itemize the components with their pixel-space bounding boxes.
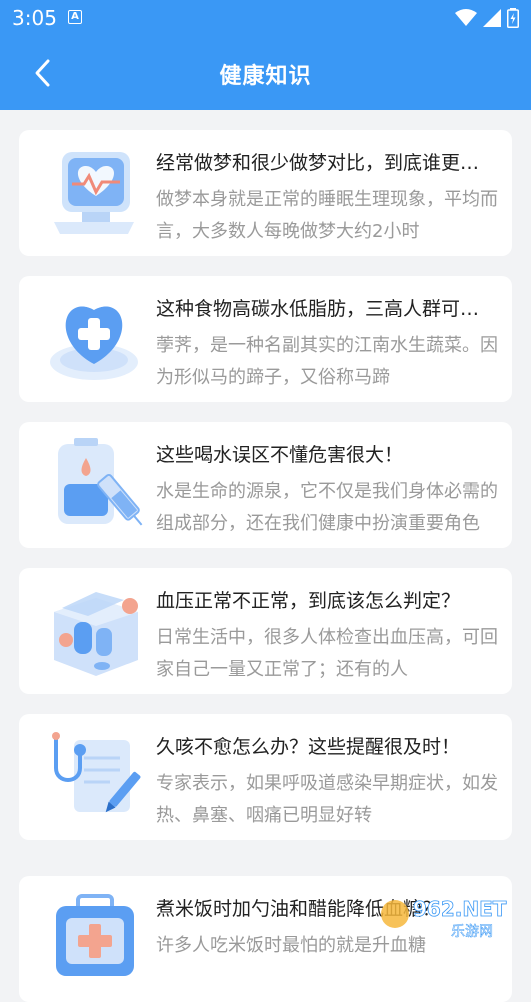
- status-bar: 3:05 A: [0, 0, 531, 36]
- article-title: 这些喝水误区不懂危害很大！: [156, 444, 404, 466]
- medical-kit-icon: [56, 894, 134, 976]
- article-desc: 做梦本身就是正常的睡眠生理现象，平均而言，大多数人每晚做梦大约2小时: [156, 189, 498, 242]
- article-card[interactable]: 这些喝水误区不懂危害很大！ 水是生命的源泉，它不仅是我们身体必需的组成部分，还在…: [19, 422, 512, 548]
- watermark-text: 962.NET: [413, 897, 507, 921]
- app-bar: 3:05 A 健康知识: [0, 0, 531, 110]
- iv-syringe-icon: [58, 438, 143, 526]
- article-title: 血压正常不正常，到底该怎么判定？: [156, 590, 461, 612]
- medical-shield-icon: [50, 306, 138, 380]
- stethoscope-clipboard-icon: [52, 732, 141, 813]
- pill-box-icon: [54, 592, 138, 676]
- article-title: 久咳不愈怎么办？这些提醒很及时！: [156, 736, 461, 758]
- battery-icon: [507, 8, 519, 28]
- article-title: 经常做梦和很少做梦对比，到底谁更健康？: [156, 152, 498, 174]
- article-title: 这种食物高碳水低脂肪，三高人群可以多吃: [156, 298, 498, 320]
- system-icons: [455, 8, 519, 28]
- article-card[interactable]: 经常做梦和很少做梦对比，到底谁更健康？ 做梦本身就是正常的睡眠生理现象，平均而言…: [19, 130, 512, 256]
- article-desc: 水是生命的源泉，它不仅是我们身体必需的组成部分，还在我们健康中扮演重要角色: [156, 481, 498, 534]
- notification-a-icon: A: [68, 10, 82, 24]
- status-time: 3:05: [12, 6, 57, 30]
- heart-monitor-icon: [54, 152, 134, 234]
- article-desc: 专家表示，如果呼吸道感染早期症状，如发热、鼻塞、咽痛已明显好转: [156, 773, 498, 826]
- watermark-sub: 乐游网: [451, 924, 493, 940]
- article-card[interactable]: 这种食物高碳水低脂肪，三高人群可以多吃 荸荠，是一种名副其实的江南水生蔬菜。因为…: [19, 276, 512, 402]
- article-card[interactable]: 久咳不愈怎么办？这些提醒很及时！ 专家表示，如果呼吸道感染早期症状，如发热、鼻塞…: [19, 714, 512, 840]
- article-card[interactable]: 血压正常不正常，到底该怎么判定？ 日常生活中，很多人体检查出血压高，可回家自己一…: [19, 568, 512, 694]
- page-title: 健康知识: [219, 64, 312, 89]
- signal-icon: [483, 9, 501, 27]
- site-watermark: 962.NET 乐游网: [381, 897, 507, 940]
- wifi-icon: [455, 9, 477, 26]
- article-desc: 日常生活中，很多人体检查出血压高，可回家自己一量又正常了；还有的人: [156, 627, 498, 680]
- title-bar: 健康知识: [0, 36, 531, 110]
- article-desc: 荸荠，是一种名副其实的江南水生蔬菜。因为形似马的蹄子，又俗称马蹄: [156, 335, 498, 388]
